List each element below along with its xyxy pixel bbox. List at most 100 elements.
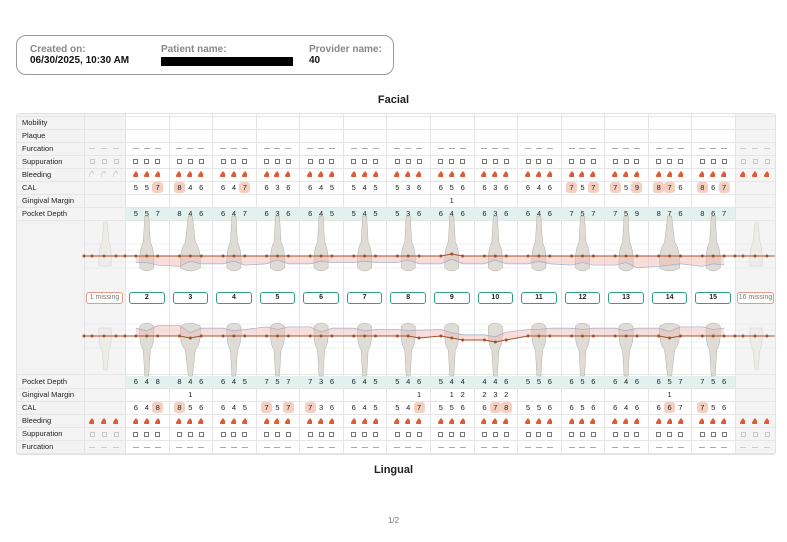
gingival-point [134,254,138,258]
gingival-point [90,334,94,338]
gingival-point [776,335,777,338]
gingival-point [123,334,127,338]
created-value: 06/30/2025, 10:30 AM [30,55,130,66]
gingival-point [668,254,672,258]
gingival-point [102,334,106,338]
gingival-point [635,254,639,258]
gingival-point [188,336,192,340]
gingival-point [395,254,399,258]
gingival-point [450,336,454,340]
gingival-point [352,254,356,258]
gingival-point [657,254,661,258]
gingival-point [461,338,465,342]
gingival-point [221,334,225,338]
gingival-point [134,334,138,338]
provider-label: Provider name: [309,44,382,55]
gingival-point [275,334,279,338]
gingival-point [363,334,367,338]
teeth-diagram [82,215,777,377]
gingival-point [679,254,683,258]
gingival-point [526,254,530,258]
gingival-point [177,334,181,338]
gingival-point [613,334,617,338]
gingival-point [722,334,726,338]
gingival-point [232,254,236,258]
missing-tooth-icon [98,327,112,371]
gingival-point [114,254,118,258]
gingival-point [753,334,757,338]
gingival-point [741,254,745,258]
gingival-point [439,334,443,338]
gingival-point [548,254,552,258]
gingival-point [123,254,127,258]
gingival-point [482,338,486,342]
gingival-point [711,254,715,258]
gingival-point [156,334,160,338]
tooth-icon [487,215,503,272]
page-number: 1/2 [387,516,400,525]
gingival-point [700,254,704,258]
gingival-point [199,334,203,338]
gingival-point [275,254,279,258]
tooth-icon [270,215,285,272]
gingival-point [199,254,203,258]
chart-info-box: Created on: 06/30/2025, 10:30 AM Patient… [16,35,394,75]
gingival-point [526,334,530,338]
tooth-icon [400,215,416,272]
gingival-point [765,334,769,338]
gingival-point [613,254,617,258]
gingival-point [82,334,86,338]
gingival-point [482,254,486,258]
gingival-point [537,334,541,338]
created-label: Created on: [30,44,86,55]
gingival-point [776,255,777,258]
gingival-point [537,254,541,258]
lingual-title: Lingual [373,464,414,476]
gingival-point [188,254,192,258]
gingival-point [570,254,574,258]
gingival-point [624,254,628,258]
periodontal-chart: Mobility Plaque Furcation Suppuration Bleedi… [16,113,776,455]
gingival-point [363,254,367,258]
gingival-point [450,252,454,256]
facial-title: Facial [377,94,410,106]
gingival-point [243,334,247,338]
gingival-point [308,254,312,258]
patient-name-redacted [161,57,293,66]
gingival-point [580,334,584,338]
gingival-point [308,334,312,338]
gingival-point [330,254,334,258]
gingival-point [145,254,149,258]
gingival-point [722,254,726,258]
gingival-point [580,254,584,258]
gingival-point [504,254,508,258]
gingival-point [635,334,639,338]
gingival-point [493,340,497,344]
gingival-point [753,254,757,258]
gingival-point [156,254,160,258]
gingival-point [265,254,269,258]
gingival-point [265,334,269,338]
gingival-point [330,334,334,338]
gingival-point [395,334,399,338]
gingival-point [352,334,356,338]
gingival-point [711,334,715,338]
gingival-point [700,334,704,338]
gingival-point [461,254,465,258]
gingival-point [82,254,86,258]
gingival-point [591,334,595,338]
provider-value: 40 [309,55,321,66]
gingival-point [286,334,290,338]
gingival-point [548,334,552,338]
gingival-point [493,254,497,258]
gingival-point [679,334,683,338]
gingival-point [624,334,628,338]
gingival-point [417,254,421,258]
provider-info: Provider name: 40 [309,44,382,67]
gingival-point [90,254,94,258]
gingival-point [765,254,769,258]
gingival-point [439,254,443,258]
gingival-point [232,334,236,338]
gingival-point [243,254,247,258]
gingival-point [374,254,378,258]
